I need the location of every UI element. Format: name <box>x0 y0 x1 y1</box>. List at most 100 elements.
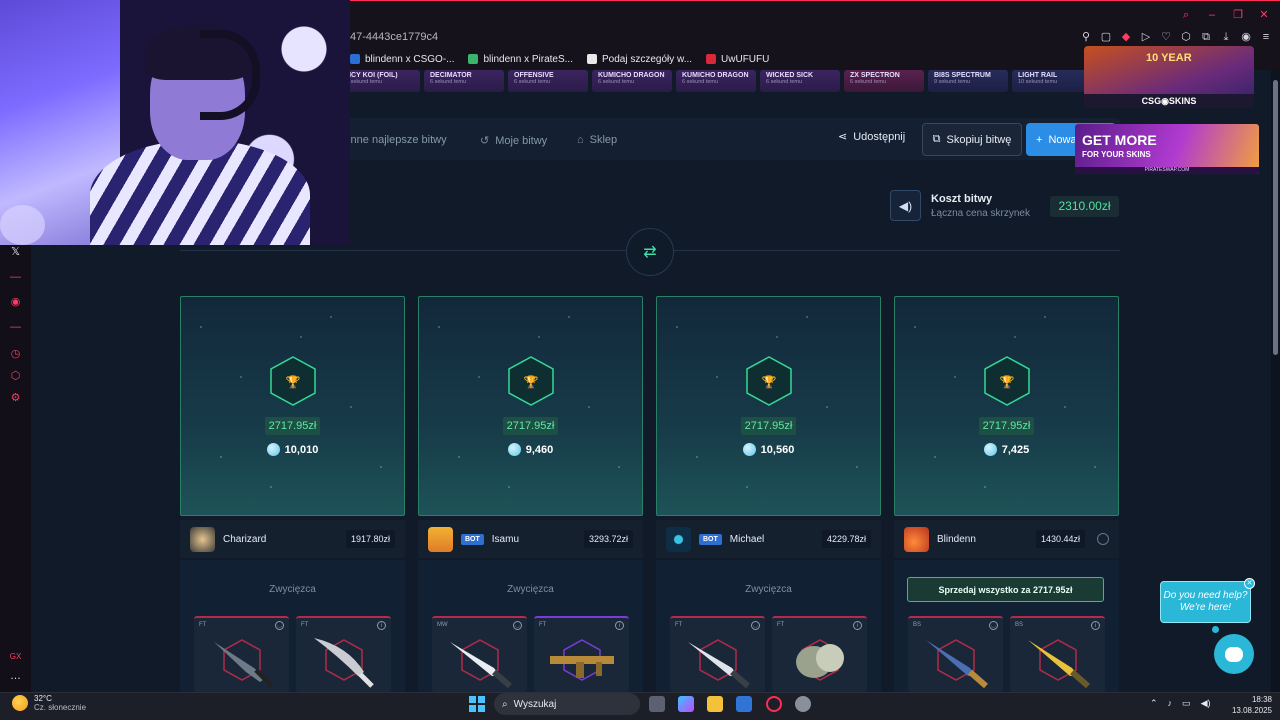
knife-skin-icon <box>214 642 274 688</box>
knife-skin-icon <box>926 640 988 688</box>
player-total-value: 1917.80zł <box>345 530 395 548</box>
volume-icon[interactable]: ◀) <box>1201 698 1211 709</box>
download-icon[interactable]: ⤓ <box>1220 31 1232 43</box>
shield-icon[interactable]: ◡ <box>751 621 760 630</box>
share-button[interactable]: ⋖ Udostępnij <box>838 130 905 144</box>
skin-item[interactable]: FT i <box>534 616 629 692</box>
player-icon[interactable]: ◉ <box>9 296 22 309</box>
taskbar-search[interactable]: ⌕ Wyszukaj <box>494 693 640 715</box>
share-icon: ⋖ <box>838 131 848 143</box>
skin-item[interactable]: FT ◡ <box>194 616 289 692</box>
info-icon[interactable]: i <box>853 621 862 630</box>
trophy-icon: 🏆 <box>508 356 554 406</box>
bookmark-item[interactable]: Podaj szczegóły w... <box>586 54 692 65</box>
weather-widget[interactable]: 32°C Cz. słonecznie <box>12 694 86 712</box>
chat-icon <box>1225 646 1243 662</box>
skin-item[interactable]: BS i <box>1010 616 1105 692</box>
drop-card[interactable]: KUMICHO DRAGON 6 sekund temu <box>676 70 756 92</box>
drop-card[interactable]: WICKED SICK 6 sekund temu <box>760 70 840 92</box>
address-bar[interactable]: 47-4443ce1779c4 <box>350 31 438 43</box>
store-icon[interactable] <box>736 696 752 712</box>
minimize-icon[interactable]: – <box>1206 9 1218 21</box>
search-icon[interactable]: ⌕ <box>1180 9 1192 21</box>
heart-icon[interactable]: ♡ <box>1160 31 1172 43</box>
drop-card[interactable]: OFFENSIVE 6 sekund temu <box>508 70 588 92</box>
chevron-up-icon[interactable]: ⌃ <box>1150 698 1158 709</box>
skin-item[interactable]: MW ◡ <box>432 616 527 692</box>
points-value: 9,460 <box>525 443 554 456</box>
windows-start-icon[interactable] <box>469 696 485 712</box>
x-twitter-icon[interactable]: 𝕏 <box>9 246 22 259</box>
scrollbar-thumb[interactable] <box>1273 80 1278 355</box>
drop-card[interactable]: DECIMATOR 6 sekund temu <box>424 70 504 92</box>
drop-card[interactable]: BI8S SPECTRUM 9 sekund temu <box>928 70 1008 92</box>
bookmark-item[interactable]: blindenn x PirateS... <box>468 54 573 65</box>
pin-icon[interactable]: ⚲ <box>1080 31 1092 43</box>
info-icon[interactable]: i <box>615 621 624 630</box>
chat-button[interactable] <box>1214 634 1254 674</box>
bookmark-item[interactable]: UwUFUFU <box>706 54 769 65</box>
skin-item[interactable]: FT i <box>772 616 867 692</box>
nav-my-battles[interactable]: ↺ Moje bitwy <box>480 134 547 148</box>
cube-icon[interactable]: ⬡ <box>1180 31 1192 43</box>
player-total-value: 1430.44zł <box>1035 530 1085 548</box>
nav-shop[interactable]: ⌂ Sklep <box>577 134 617 146</box>
shield-icon[interactable]: ◡ <box>513 621 522 630</box>
steam-icon[interactable] <box>795 696 811 712</box>
prize-value: 2717.95zł <box>740 417 797 435</box>
drop-card[interactable]: ZX SPECTRON 6 sekund temu <box>844 70 924 92</box>
bookmark-item[interactable]: blindenn x CSGO-... <box>350 54 454 65</box>
menu-icon[interactable]: ≡ <box>1260 31 1272 43</box>
csgoskins-ad-banner[interactable]: 10 YEAR CSG◉SKINS <box>1084 46 1254 108</box>
skin-item[interactable]: FT ◡ <box>670 616 765 692</box>
emoji-icon[interactable] <box>1097 533 1109 545</box>
opera-gx-icon[interactable] <box>766 696 782 712</box>
close-icon[interactable]: ✕ <box>1258 9 1270 21</box>
extensions-icon[interactable]: ⧉ <box>1200 31 1212 43</box>
gem-icon <box>507 443 521 456</box>
shield-icon[interactable]: ◆ <box>1120 31 1132 43</box>
pirateswap-ad-banner[interactable]: GET MORE FOR YOUR SKINS PIRATESWAP.COM <box>1075 124 1259 174</box>
extensions-icon[interactable]: ⬡ <box>9 370 22 383</box>
copy-battle-button[interactable]: ⧉ Skopiuj bitwę <box>922 123 1022 156</box>
settings-icon[interactable]: ⚙ <box>9 392 22 405</box>
extension-icons: ⚲ ▢ ◆ ▷ ♡ ⬡ ⧉ ⤓ ◉ ≡ <box>1080 31 1272 43</box>
snapshot-icon[interactable]: ▢ <box>1100 31 1112 43</box>
copilot-icon[interactable] <box>678 696 694 712</box>
drop-card[interactable]: NCY KOI (FOIL) 6 sekund temu <box>340 70 420 92</box>
bot-badge: BOT <box>461 533 484 545</box>
profile-icon[interactable]: ◉ <box>1240 31 1252 43</box>
system-tray: ⌃ ♪ ▭ ◀) <box>1150 698 1210 709</box>
drop-card[interactable]: LIGHT RAIL 10 sekund temu <box>1012 70 1092 92</box>
player-bar: Blindenn 1430.44zł <box>894 520 1119 558</box>
sound-toggle-button[interactable]: ◀) <box>890 190 921 221</box>
task-view-icon[interactable] <box>649 696 665 712</box>
more-icon[interactable]: … <box>9 670 22 683</box>
shield-icon[interactable]: ◡ <box>275 621 284 630</box>
info-icon[interactable]: i <box>1091 621 1100 630</box>
shield-icon[interactable]: ◡ <box>989 621 998 630</box>
nav-best-battles[interactable]: ienne najlepsze bitwy <box>342 134 447 146</box>
taskbar-clock[interactable]: 18:38 13.08.2025 <box>1224 694 1272 716</box>
folder-icon[interactable] <box>707 696 723 712</box>
history-icon[interactable]: ◷ <box>9 348 22 361</box>
trophy-icon: 🏆 <box>746 356 792 406</box>
help-bubble[interactable]: Do you need help? We're here! <box>1160 581 1251 623</box>
gx-icon[interactable]: GX <box>9 650 22 663</box>
sell-all-button[interactable]: Sprzedaj wszystko za 2717.95zł <box>907 577 1104 602</box>
restore-icon[interactable]: ❐ <box>1232 9 1244 21</box>
network-icon[interactable]: ▭ <box>1182 698 1191 709</box>
live-drops-ribbon: NCY KOI (FOIL) 6 sekund temu DECIMATOR 6 s… <box>340 70 1100 96</box>
sun-icon <box>12 695 28 711</box>
skin-item[interactable]: BS ◡ <box>908 616 1003 692</box>
skin-item[interactable]: FT i <box>296 616 391 692</box>
close-icon[interactable]: ✕ <box>1244 578 1255 589</box>
play-icon[interactable]: ▷ <box>1140 31 1152 43</box>
player-name: Isamu <box>491 533 520 545</box>
avatar <box>190 526 215 552</box>
microphone-icon[interactable]: ♪ <box>1168 698 1173 709</box>
drop-card[interactable]: KUMICHO DRAGON 6 sekund temu <box>592 70 672 92</box>
player-drops: Zwycięzca MW ◡ FT i <box>418 560 643 692</box>
player-bar: BOT Michael 4229.78zł <box>656 520 881 558</box>
info-icon[interactable]: i <box>377 621 386 630</box>
